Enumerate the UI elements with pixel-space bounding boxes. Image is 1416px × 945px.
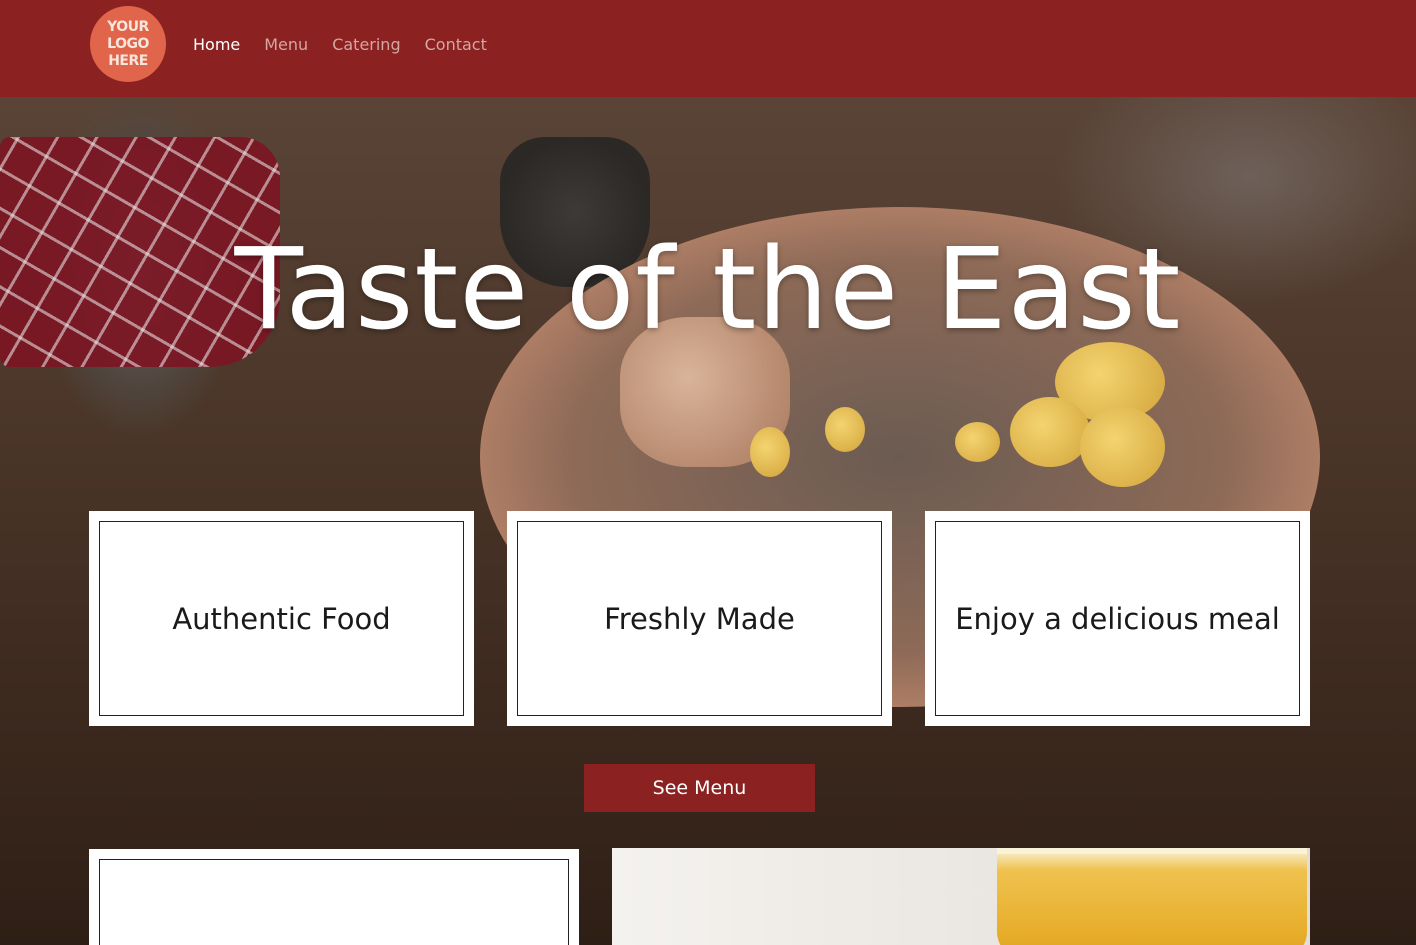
logo-line-1: YOUR <box>107 18 149 35</box>
hero-title: Taste of the East <box>234 225 1182 355</box>
feature-card-label: Enjoy a delicious meal <box>935 521 1300 716</box>
hero-background-food <box>825 407 865 452</box>
beer-image <box>612 848 1310 945</box>
logo-line-2: LOGO <box>107 35 149 52</box>
top-navbar: YOUR LOGO HERE Home Menu Catering Contac… <box>0 0 1416 97</box>
see-menu-button[interactable]: See Menu <box>584 764 815 812</box>
nav-link-home[interactable]: Home <box>193 35 240 54</box>
hero-background-food <box>1010 397 1090 467</box>
hero-background-food <box>750 427 790 477</box>
nav-link-contact[interactable]: Contact <box>425 35 487 54</box>
bottom-content-card-inner <box>99 859 569 945</box>
logo[interactable]: YOUR LOGO HERE <box>90 6 166 82</box>
feature-card-label: Freshly Made <box>517 521 882 716</box>
feature-card: Freshly Made <box>507 511 892 726</box>
hero-background-food <box>1080 407 1165 487</box>
bottom-content-card <box>89 849 579 945</box>
nav-link-catering[interactable]: Catering <box>332 35 400 54</box>
feature-card-label: Authentic Food <box>99 521 464 716</box>
feature-card: Enjoy a delicious meal <box>925 511 1310 726</box>
hero-background-food <box>955 422 1000 462</box>
main-nav: Home Menu Catering Contact <box>193 35 511 54</box>
logo-line-3: HERE <box>108 52 148 69</box>
feature-card: Authentic Food <box>89 511 474 726</box>
hero-section: Taste of the East Authentic Food Freshly… <box>0 97 1416 945</box>
nav-link-menu[interactable]: Menu <box>264 35 308 54</box>
beer-glass-graphic <box>997 848 1307 945</box>
